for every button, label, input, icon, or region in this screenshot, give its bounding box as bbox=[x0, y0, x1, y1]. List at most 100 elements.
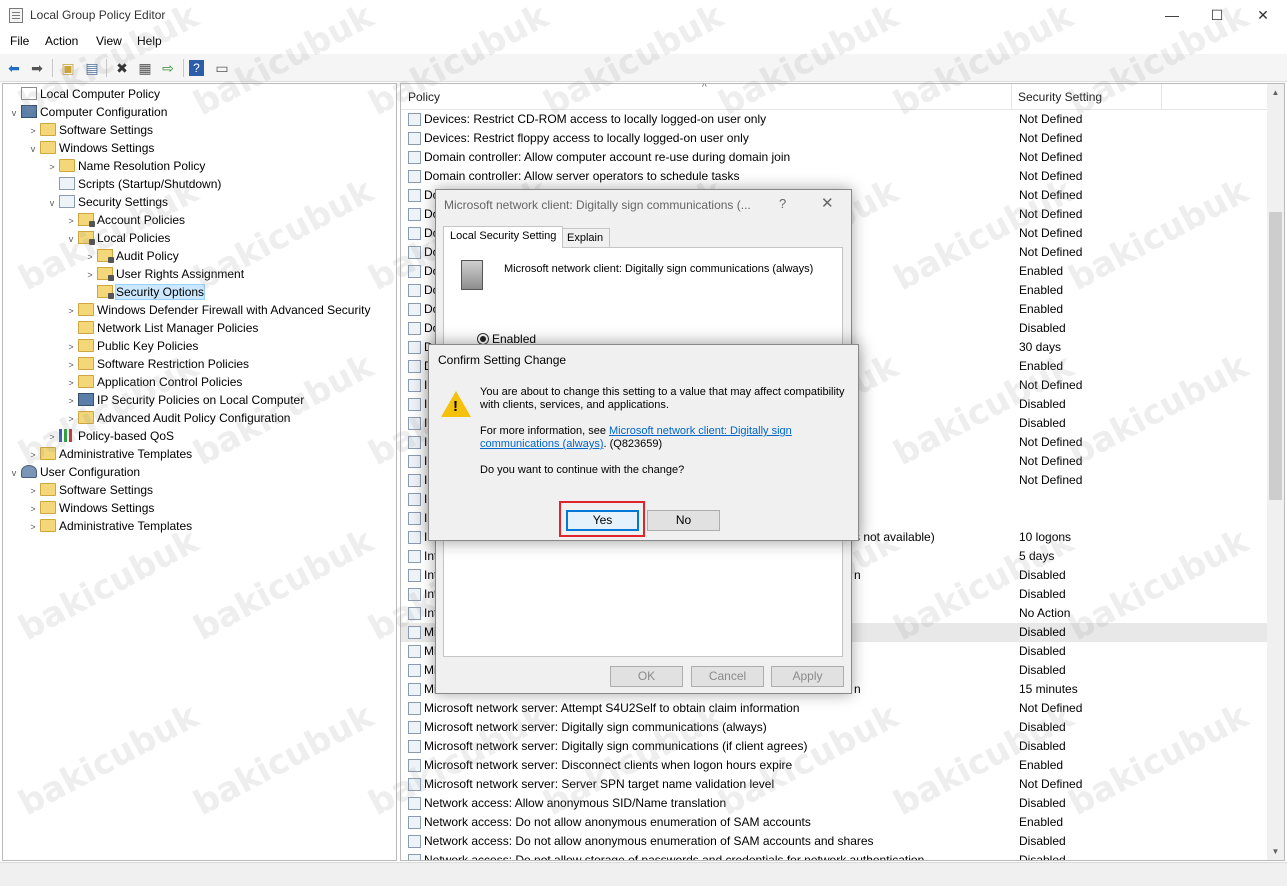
collapse-chevron-icon[interactable]: v bbox=[7, 104, 21, 122]
tree-node[interactable]: > Software Restriction Policies bbox=[64, 355, 249, 373]
properties-dialog-title: Microsoft network client: Digitally sign… bbox=[444, 198, 751, 212]
expand-chevron-icon[interactable]: > bbox=[64, 302, 78, 320]
expand-chevron-icon[interactable]: > bbox=[26, 122, 40, 140]
tab-local-security-setting[interactable]: Local Security Setting bbox=[443, 226, 564, 248]
security-setting-value: Disabled bbox=[1019, 568, 1066, 582]
tree-node[interactable]: > Windows Settings bbox=[26, 499, 154, 517]
minimize-button[interactable]: — bbox=[1149, 0, 1195, 31]
table-row[interactable]: Domain controller: Allow computer accoun… bbox=[401, 148, 1271, 167]
tree-node[interactable]: v Computer Configuration bbox=[7, 103, 167, 121]
policy-setting-icon bbox=[408, 493, 421, 506]
toolbar-separator bbox=[106, 59, 107, 77]
table-row[interactable]: Network access: Do not allow anonymous e… bbox=[401, 813, 1271, 832]
expand-chevron-icon[interactable]: > bbox=[64, 212, 78, 230]
help-icon[interactable]: ? bbox=[189, 60, 204, 76]
tree-node[interactable]: > Software Settings bbox=[26, 121, 153, 139]
tree-node[interactable]: > Windows Defender Firewall with Advanced… bbox=[64, 301, 370, 319]
tree-node[interactable]: v User Configuration bbox=[7, 463, 140, 481]
folder-icon bbox=[78, 303, 94, 316]
tree-node[interactable]: v Security Settings bbox=[45, 193, 168, 211]
tree-node[interactable]: Local Computer Policy bbox=[7, 85, 160, 103]
tree-node[interactable]: > Advanced Audit Policy Configuration bbox=[64, 409, 290, 427]
tree-node[interactable]: > Software Settings bbox=[26, 481, 153, 499]
expand-chevron-icon[interactable]: > bbox=[64, 410, 78, 428]
expand-chevron-icon[interactable]: > bbox=[64, 392, 78, 410]
tree-node[interactable]: v Local Policies bbox=[64, 229, 170, 247]
scrollbar-thumb[interactable] bbox=[1269, 212, 1282, 500]
tree-node[interactable]: > User Rights Assignment bbox=[83, 265, 244, 283]
tree-node[interactable]: > Public Key Policies bbox=[64, 337, 198, 355]
collapse-chevron-icon[interactable]: v bbox=[45, 194, 59, 212]
expand-chevron-icon[interactable]: > bbox=[45, 428, 59, 446]
tree-node[interactable]: > Account Policies bbox=[64, 211, 185, 229]
ok-button[interactable]: OK bbox=[610, 666, 683, 687]
expand-chevron-icon[interactable]: > bbox=[83, 266, 97, 284]
cancel-button[interactable]: Cancel bbox=[691, 666, 764, 687]
no-button[interactable]: No bbox=[647, 510, 720, 531]
tree-node[interactable]: > Audit Policy bbox=[83, 247, 179, 265]
collapse-chevron-icon[interactable]: v bbox=[7, 464, 21, 482]
menu-help[interactable]: Help bbox=[137, 34, 162, 48]
properties-icon[interactable]: ▦ bbox=[135, 58, 155, 78]
show-hide-tree-icon[interactable]: ▤ bbox=[82, 58, 102, 78]
up-folder-icon[interactable]: ▣ bbox=[58, 58, 78, 78]
scroll-up-arrow-icon[interactable]: ▲ bbox=[1267, 84, 1284, 101]
expand-chevron-icon[interactable]: > bbox=[83, 248, 97, 266]
delete-icon[interactable]: ✖ bbox=[112, 58, 132, 78]
collapse-chevron-icon[interactable]: v bbox=[26, 140, 40, 158]
yes-button[interactable]: Yes bbox=[566, 510, 639, 531]
table-row[interactable]: Network access: Allow anonymous SID/Name… bbox=[401, 794, 1271, 813]
column-header-policy[interactable]: Policy bbox=[408, 90, 440, 104]
scroll-down-arrow-icon[interactable]: ▼ bbox=[1267, 843, 1284, 860]
column-divider[interactable] bbox=[1011, 84, 1012, 110]
tree-node[interactable]: > Name Resolution Policy bbox=[45, 157, 205, 175]
tree-node[interactable]: Security Options bbox=[83, 283, 206, 301]
back-arrow-icon[interactable]: ⬅ bbox=[4, 58, 24, 78]
forward-arrow-icon[interactable]: ➡ bbox=[27, 58, 47, 78]
menu-view[interactable]: View bbox=[96, 34, 122, 48]
table-row[interactable]: Network access: Do not allow storage of … bbox=[401, 851, 1271, 860]
table-row[interactable]: Microsoft network server: Digitally sign… bbox=[401, 718, 1271, 737]
tree-node[interactable]: > Administrative Templates bbox=[26, 517, 192, 535]
expand-chevron-icon[interactable]: > bbox=[64, 338, 78, 356]
policy-name: Devices: Restrict floppy access to local… bbox=[424, 131, 749, 145]
dialog-help-button[interactable]: ? bbox=[779, 196, 786, 211]
expand-chevron-icon[interactable]: > bbox=[64, 356, 78, 374]
close-button[interactable]: ✕ bbox=[1240, 0, 1286, 31]
maximize-button[interactable]: ☐ bbox=[1194, 0, 1240, 31]
dialog-close-button[interactable]: ✕ bbox=[821, 194, 834, 212]
export-icon[interactable]: ⇨ bbox=[158, 58, 178, 78]
expand-chevron-icon[interactable]: > bbox=[45, 158, 59, 176]
tree-node[interactable]: v Windows Settings bbox=[26, 139, 154, 157]
tree-node[interactable]: > Application Control Policies bbox=[64, 373, 242, 391]
expand-chevron-icon[interactable]: > bbox=[26, 482, 40, 500]
table-row[interactable]: Devices: Restrict CD-ROM access to local… bbox=[401, 110, 1271, 129]
table-row[interactable]: Domain controller: Allow server operator… bbox=[401, 167, 1271, 186]
tree-node[interactable]: > IP Security Policies on Local Computer bbox=[64, 391, 304, 409]
vertical-scrollbar[interactable]: ▲ ▼ bbox=[1267, 84, 1284, 860]
view-icon[interactable]: ▭ bbox=[212, 58, 232, 78]
column-divider[interactable] bbox=[1161, 84, 1162, 110]
tree-node[interactable]: Scripts (Startup/Shutdown) bbox=[45, 175, 221, 193]
table-row[interactable]: Network access: Do not allow anonymous e… bbox=[401, 832, 1271, 851]
tab-explain[interactable]: Explain bbox=[560, 228, 611, 248]
tree-node[interactable]: Network List Manager Policies bbox=[64, 319, 258, 337]
policy-setting-icon bbox=[408, 436, 421, 449]
table-row[interactable]: Microsoft network server: Disconnect cli… bbox=[401, 756, 1271, 775]
expand-chevron-icon[interactable]: > bbox=[26, 518, 40, 536]
tree-node[interactable]: > Policy-based QoS bbox=[45, 427, 174, 445]
menu-action[interactable]: Action bbox=[45, 34, 78, 48]
table-row[interactable]: Microsoft network server: Server SPN tar… bbox=[401, 775, 1271, 794]
column-header-security-setting[interactable]: Security Setting bbox=[1018, 90, 1102, 104]
table-row[interactable]: Devices: Restrict floppy access to local… bbox=[401, 129, 1271, 148]
collapse-chevron-icon[interactable]: v bbox=[64, 230, 78, 248]
expand-chevron-icon[interactable]: > bbox=[64, 374, 78, 392]
menu-file[interactable]: File bbox=[10, 34, 29, 48]
expand-chevron-icon[interactable]: > bbox=[26, 500, 40, 518]
table-row[interactable]: Microsoft network server: Attempt S4U2Se… bbox=[401, 699, 1271, 718]
policy-setting-icon bbox=[408, 835, 421, 848]
table-row[interactable]: Microsoft network server: Digitally sign… bbox=[401, 737, 1271, 756]
expand-chevron-icon[interactable]: > bbox=[26, 446, 40, 464]
tree-node[interactable]: > Administrative Templates bbox=[26, 445, 192, 463]
apply-button[interactable]: Apply bbox=[771, 666, 844, 687]
